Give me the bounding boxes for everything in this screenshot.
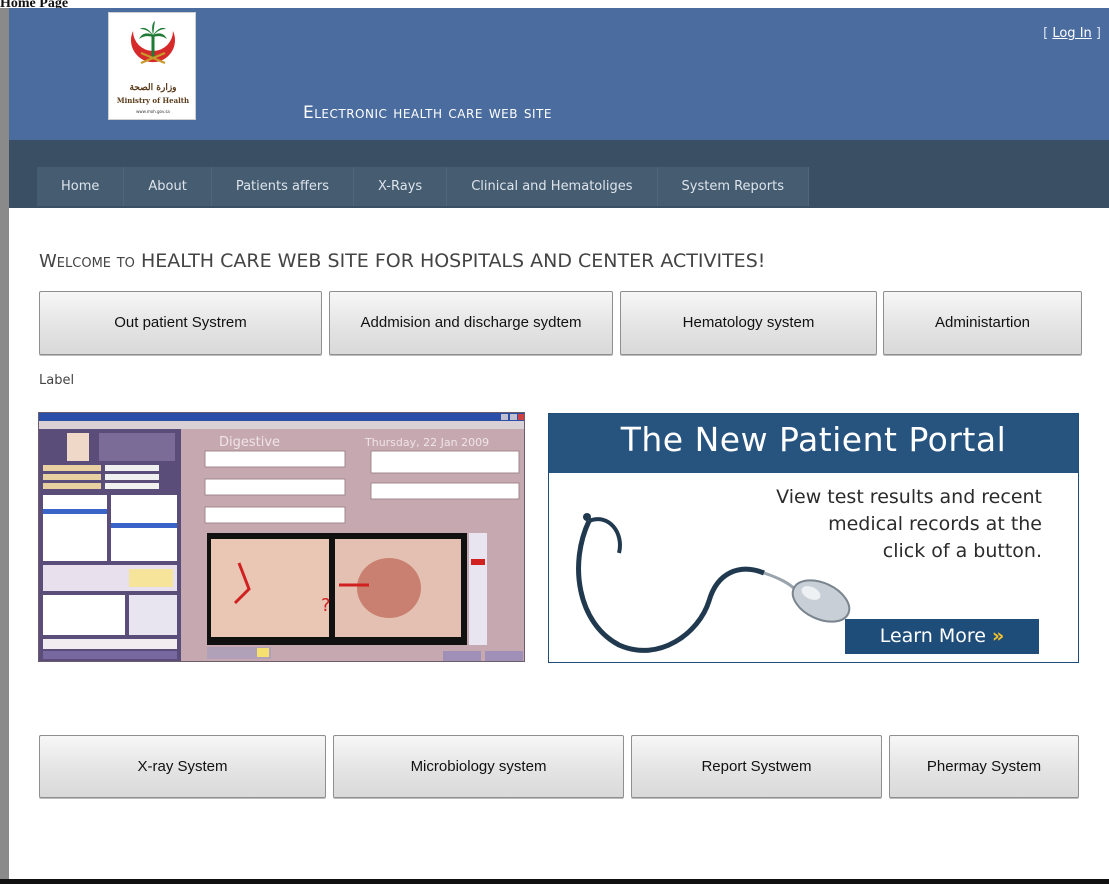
nav-item-system-reports[interactable]: System Reports [657, 167, 809, 206]
portal-text-line-3: click of a button. [882, 540, 1042, 562]
admission-discharge-system-button[interactable]: Addmision and discharge sydtem [329, 291, 613, 355]
welcome-heading: Welcome to HEALTH CARE WEB SITE FOR HOSP… [39, 250, 765, 272]
login-link[interactable]: Log In [1052, 26, 1091, 41]
report-system-button[interactable]: Report Systwem [631, 735, 882, 798]
hematology-system-button[interactable]: Hematology system [620, 291, 877, 355]
main-navbar: Home About Patients affers X-Rays Clinic… [9, 140, 1109, 208]
browser-top-strip: Home Page [0, 0, 1109, 11]
login-area: [ Log In ] [1043, 26, 1101, 41]
login-bracket-open: [ [1043, 26, 1049, 41]
nav-item-clinical-hematoliges[interactable]: Clinical and Hematoliges [447, 167, 658, 206]
logo-url-text: www.moh.gov.sa [136, 109, 170, 114]
portal-banner-header: The New Patient Portal [549, 414, 1078, 473]
svg-text:Thursday, 22 Jan 2009: Thursday, 22 Jan 2009 [364, 436, 489, 449]
double-chevron-right-icon: » [992, 625, 1005, 647]
nav-item-home[interactable]: Home [37, 167, 125, 206]
software-screenshot-graphic: Digestive Thursday, 22 Jan 2009 ? [39, 413, 524, 661]
ministry-logo[interactable]: وزارة الصحة Ministry of Health www.moh.g… [108, 12, 196, 120]
nav-item-patients-affers[interactable]: Patients affers [211, 167, 355, 206]
nav-menu: Home About Patients affers X-Rays Clinic… [37, 167, 809, 206]
portal-text-line-1: View test results and recent [776, 486, 1042, 508]
portal-text-line-2: medical records at the [828, 513, 1042, 535]
patient-portal-banner[interactable]: The New Patient Portal View test results… [548, 413, 1079, 663]
medical-software-screenshot: Digestive Thursday, 22 Jan 2009 ? [38, 412, 525, 662]
login-bracket-close: ] [1095, 26, 1101, 41]
x-ray-system-button[interactable]: X-ray System [39, 735, 326, 798]
crescent-palm-emblem-icon [131, 21, 175, 65]
bottom-edge-bar [0, 879, 1109, 884]
nav-item-x-rays[interactable]: X-Rays [354, 167, 448, 206]
out-patient-system-button[interactable]: Out patient Systrem [39, 291, 322, 355]
portal-title: The New Patient Portal [620, 420, 1007, 459]
welcome-prefix: Welcome to [39, 251, 135, 272]
nav-item-about[interactable]: About [124, 167, 212, 206]
microbiology-system-button[interactable]: Microbiology system [333, 735, 624, 798]
learn-more-label: Learn More [879, 625, 986, 647]
logo-arabic-text: وزارة الصحة [129, 83, 177, 93]
logo-english-text: Ministry of Health [116, 96, 190, 105]
welcome-text: HEALTH CARE WEB SITE FOR HOSPITALS AND C… [140, 250, 766, 272]
screenshot-heading: Digestive [219, 435, 280, 450]
label-text: Label [39, 373, 75, 388]
portal-description: View test results and recent medical rec… [712, 484, 1042, 565]
learn-more-button[interactable]: Learn More » [845, 619, 1039, 654]
site-title: Electronic health care web site [303, 103, 552, 123]
administration-button[interactable]: Administartion [883, 291, 1082, 355]
svg-text:?: ? [321, 595, 331, 616]
pharmacy-system-button[interactable]: Phermay System [889, 735, 1079, 798]
